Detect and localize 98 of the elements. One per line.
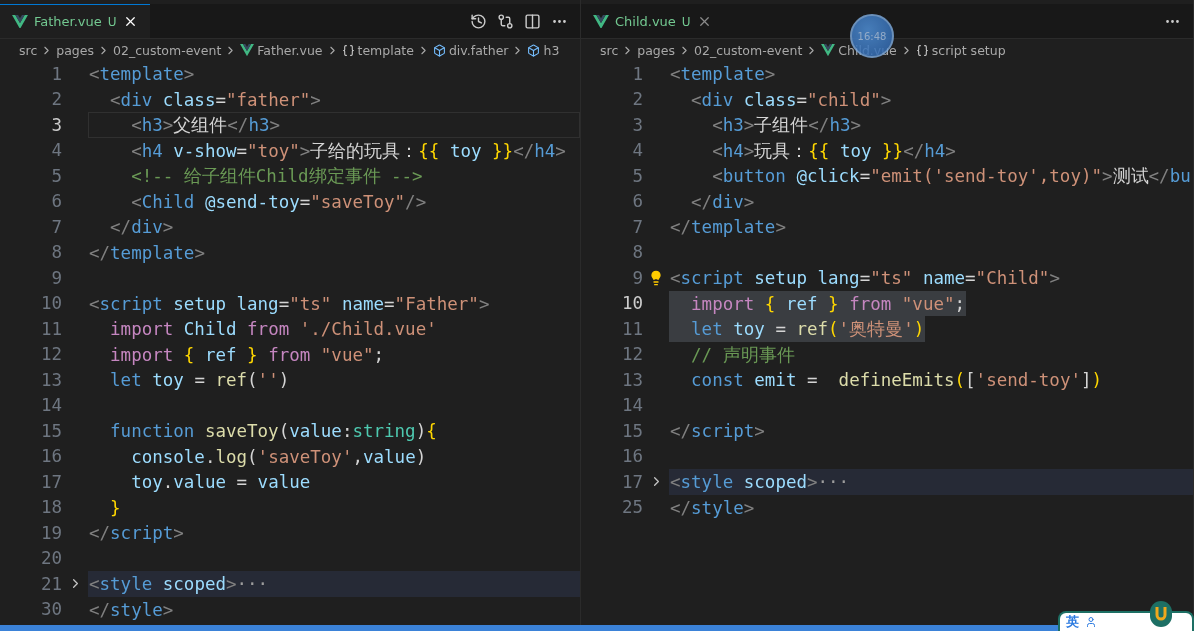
code-line: } (109, 496, 122, 520)
breadcrumb-item[interactable]: 02_custom-event (694, 42, 803, 58)
line-number: 17 (39, 471, 62, 492)
code-line: <button @click="emit('send-toy',toy)">测试</bu (711, 165, 1192, 188)
breadcrumb-item[interactable]: script setup (931, 42, 1006, 58)
line-number: 8 (631, 242, 643, 263)
line-number: 6 (631, 191, 643, 212)
line-number: 9 (631, 267, 643, 288)
braces-icon (915, 43, 929, 57)
code-line: <template> (669, 63, 777, 86)
line-number: 2 (631, 89, 643, 110)
line-number: 1 (50, 63, 62, 84)
code-line: </template> (669, 216, 787, 239)
input-mode-label[interactable]: 英 (1066, 613, 1079, 631)
line-number: 15 (39, 420, 62, 441)
line-number: 11 (620, 318, 643, 339)
line-number: 30 (39, 599, 62, 620)
line-number: 14 (620, 395, 643, 416)
breadcrumb-item[interactable]: src (19, 42, 38, 58)
line-number: 1 (631, 63, 643, 84)
line-number: 15 (620, 420, 643, 441)
code-line: </script> (669, 420, 766, 443)
code-line: function saveToy(value:string){ (109, 420, 438, 443)
code-line: <div class="father"> (109, 88, 322, 112)
untracked-status: U (681, 14, 691, 29)
code-line: </div> (690, 190, 756, 214)
code-line: <script setup lang="ts" name="Father"> (88, 292, 491, 316)
code-line: <h4>玩具：{{ toy }}</h4> (711, 139, 957, 163)
breadcrumb-item[interactable]: h3 (543, 42, 560, 58)
line-number: 5 (50, 165, 62, 186)
line-number: 10 (620, 293, 643, 314)
line-number: 7 (50, 216, 62, 237)
line-number: 13 (39, 369, 62, 390)
cube-icon (527, 43, 541, 57)
code-line: let toy = ref('') (109, 369, 291, 392)
lightbulb-icon[interactable] (648, 269, 664, 286)
line-number: 3 (631, 114, 643, 135)
user-icon[interactable] (1085, 616, 1097, 628)
vue-logo-icon (821, 43, 836, 57)
line-number: 21 (39, 573, 62, 594)
line-number: 5 (631, 165, 643, 186)
code-line: <template> (88, 63, 196, 86)
editor-tab[interactable]: Father.vue U (0, 4, 150, 38)
ime-badge-icon (1150, 601, 1172, 627)
breadcrumb-item[interactable]: 02_custom-event (113, 42, 222, 58)
line-number: 4 (50, 140, 62, 161)
untracked-status: U (107, 14, 117, 29)
line-number: 25 (620, 497, 643, 518)
line-number: 2 (50, 89, 62, 110)
compare-icon[interactable] (497, 12, 514, 30)
breadcrumb-item[interactable]: div.father (448, 42, 509, 58)
history-icon[interactable] (470, 12, 487, 30)
code-line: import Child from './Child.vue' (109, 318, 438, 341)
line-number: 3 (50, 114, 62, 135)
code-line: <h4 v-show="toy">子给的玩具：{{ toy }}</h4> (130, 139, 567, 163)
code-line: console.log('saveToy',value) (130, 445, 428, 469)
breadcrumb-item[interactable]: pages (637, 42, 675, 58)
code-line: <div class="child"> (690, 88, 893, 112)
code-line: <script setup lang="ts" name="Child"> (669, 267, 1061, 290)
line-number: 16 (620, 446, 643, 467)
code-line: <Child @send-toy="saveToy"/> (130, 190, 428, 214)
code-line: </div> (109, 216, 175, 239)
line-number: 9 (50, 267, 62, 288)
split-editor-icon[interactable] (524, 12, 541, 30)
line-number: 4 (631, 140, 643, 161)
code-line: </template> (88, 241, 206, 265)
code-line: import { ref } from "vue"; (109, 343, 386, 367)
line-number: 16 (39, 446, 62, 467)
line-number: 18 (39, 497, 62, 518)
line-number: 6 (50, 191, 62, 212)
breadcrumb-item[interactable]: src (600, 42, 619, 58)
vue-logo-icon (12, 14, 28, 29)
code-line: </style> (669, 496, 756, 520)
line-number: 20 (39, 548, 62, 569)
vue-logo-icon (593, 14, 609, 29)
cube-icon (432, 43, 446, 57)
code-line: </script> (88, 522, 185, 545)
breadcrumb-item[interactable]: template (357, 42, 414, 58)
line-number: 13 (620, 369, 643, 390)
line-number: 7 (631, 216, 643, 237)
code-line: // 声明事件 (690, 343, 796, 367)
code-line: <!-- 给子组件Child绑定事件 --> (130, 165, 424, 188)
line-number: 19 (39, 522, 62, 543)
line-number: 12 (620, 344, 643, 365)
line-number: 8 (50, 242, 62, 263)
vue-logo-icon (240, 43, 255, 57)
code-line: toy.value = value (130, 471, 312, 494)
code-line: </style> (88, 598, 175, 622)
line-number: 11 (39, 318, 62, 339)
line-number: 17 (620, 471, 643, 492)
code-line: <h3>子组件</h3> (711, 114, 862, 137)
breadcrumb-item[interactable]: pages (56, 42, 94, 58)
code-line: const emit = defineEmits(['send-toy']) (690, 369, 1104, 392)
breadcrumb-item[interactable]: Father.vue (257, 42, 323, 58)
line-number: 14 (39, 395, 62, 416)
line-number: 12 (39, 344, 62, 365)
line-number: 10 (39, 293, 62, 314)
braces-icon (341, 43, 355, 57)
